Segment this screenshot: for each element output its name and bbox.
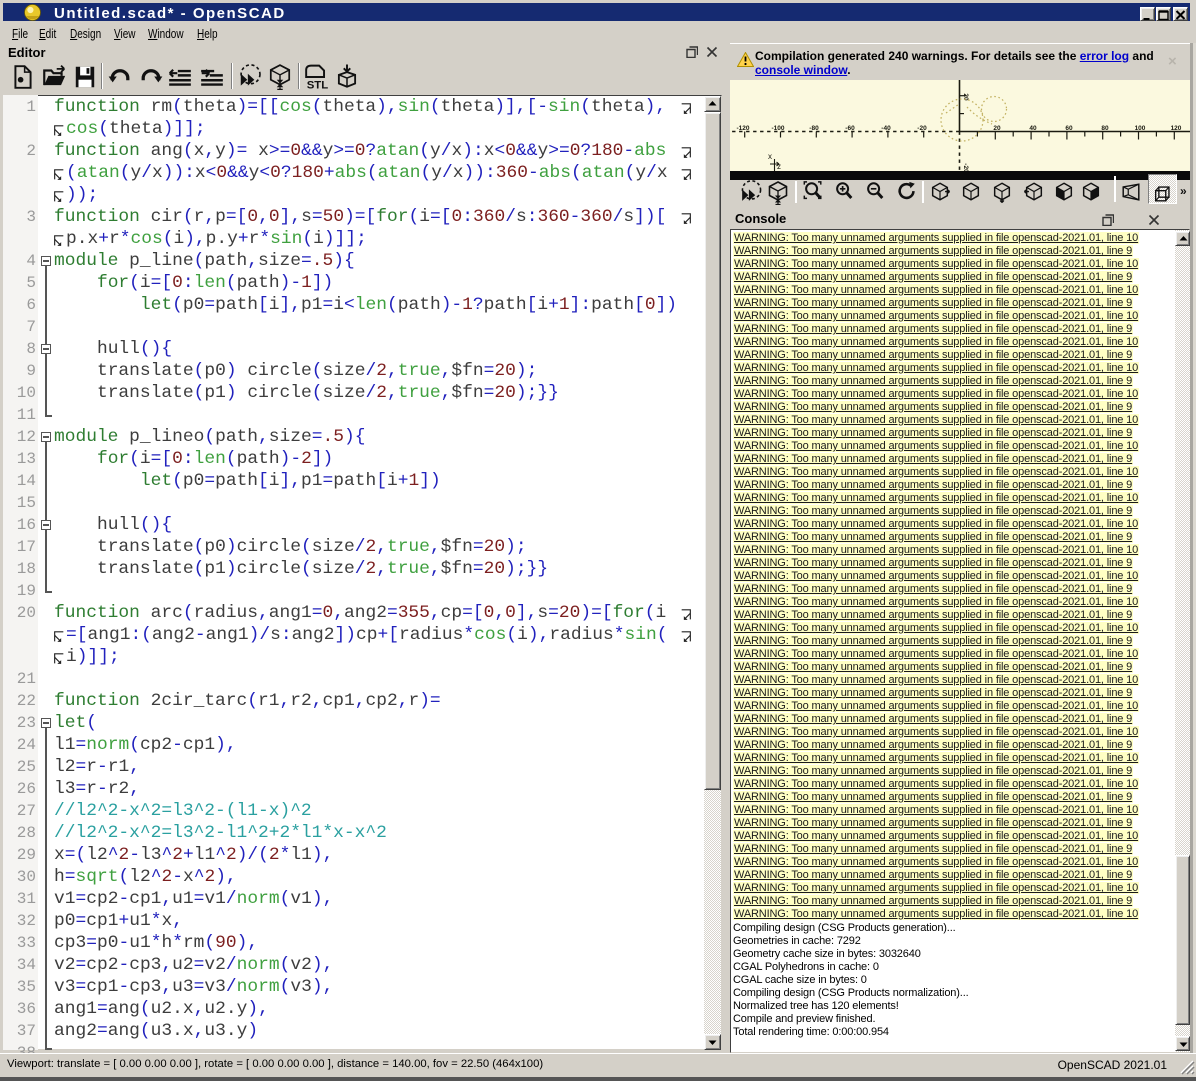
svg-text:-20: -20: [962, 163, 969, 171]
svg-text:-80: -80: [809, 125, 819, 132]
svg-text:100: 100: [1135, 125, 1146, 132]
svg-text:-60: -60: [845, 125, 855, 132]
svg-text:-100: -100: [771, 125, 784, 132]
svg-text:-20: -20: [917, 125, 927, 132]
svg-text:STL: STL: [307, 79, 329, 90]
svg-text:z: z: [777, 162, 781, 171]
svg-text:60: 60: [1065, 125, 1073, 132]
svg-text:x: x: [768, 152, 772, 161]
svg-text:-40: -40: [881, 125, 891, 132]
svg-text:-120: -120: [736, 125, 749, 132]
svg-text:40: 40: [1029, 125, 1037, 132]
svg-text:20: 20: [993, 125, 1001, 132]
svg-text:120: 120: [1171, 125, 1182, 132]
svg-text:80: 80: [1101, 125, 1109, 132]
